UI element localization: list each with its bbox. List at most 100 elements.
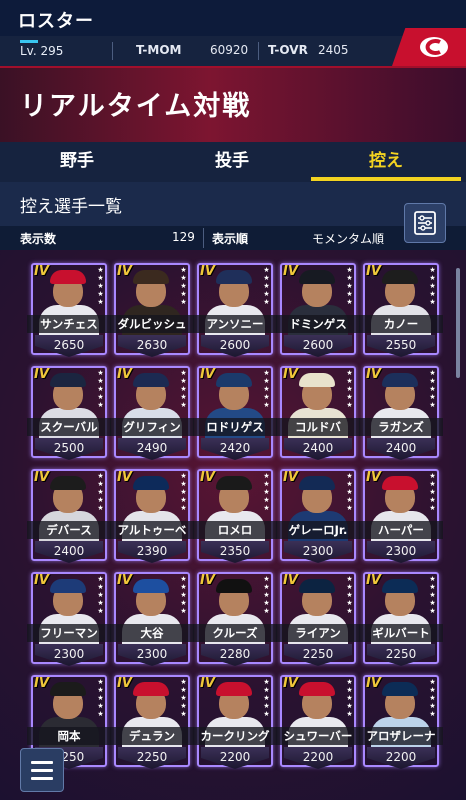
star-rating: ★ ★ ★ ★ ★: [346, 266, 353, 306]
player-card[interactable]: IV ★ ★ ★ ★ ★ カークリング 2200: [193, 675, 277, 771]
player-card[interactable]: IV ★ ★ ★ ★ ★ アンソニー 2600: [193, 263, 277, 359]
star-rating: ★ ★ ★ ★ ★: [429, 369, 436, 409]
divider: [203, 228, 204, 248]
player-card[interactable]: IV ★ ★ ★ ★ ★ ギルバート 2250: [359, 572, 443, 668]
list-header: 控え選手一覧: [0, 182, 466, 226]
player-name: スクーバル: [27, 418, 111, 436]
player-card[interactable]: IV ★ ★ ★ ★ ★ スクーバル 2500: [27, 366, 111, 462]
player-card[interactable]: IV ★ ★ ★ ★ ★ ダルビッシュ 2630: [110, 263, 194, 359]
card-grade: IV: [117, 676, 132, 691]
filter-settings-icon: [414, 211, 436, 235]
card-grade: IV: [366, 367, 381, 382]
star-rating: ★ ★ ★ ★ ★: [263, 266, 270, 306]
card-grade: IV: [34, 676, 49, 691]
card-grade: IV: [283, 470, 298, 485]
divider: [258, 42, 259, 60]
star-rating: ★ ★ ★ ★ ★: [429, 678, 436, 718]
position-tabs: 野手 投手 控え: [0, 142, 466, 182]
tab-pitchers[interactable]: 投手: [157, 142, 307, 182]
card-grade: IV: [34, 573, 49, 588]
sort-label: 表示順: [212, 232, 249, 246]
star-rating: ★ ★ ★ ★ ★: [97, 678, 104, 718]
tovr-value: 2405: [318, 43, 349, 57]
card-grade: IV: [200, 264, 215, 279]
star-rating: ★ ★ ★ ★ ★: [180, 472, 187, 512]
player-card[interactable]: IV ★ ★ ★ ★ ★ シュワーバー 2200: [276, 675, 360, 771]
player-card[interactable]: IV ★ ★ ★ ★ ★ 大谷 2300: [110, 572, 194, 668]
player-card[interactable]: IV ★ ★ ★ ★ ★ コルドバ 2400: [276, 366, 360, 462]
count-label: 表示数: [20, 232, 57, 246]
card-grade: IV: [117, 264, 132, 279]
star-rating: ★ ★ ★ ★ ★: [263, 678, 270, 718]
divider: [112, 42, 113, 60]
mode-banner: リアルタイム対戦: [0, 68, 466, 142]
player-name: ドミンゲス: [276, 315, 360, 333]
player-card[interactable]: IV ★ ★ ★ ★ ★ アロザレーナ 2200: [359, 675, 443, 771]
tab-label: 控え: [369, 151, 403, 171]
team-c-logo-icon: [420, 37, 448, 57]
player-card[interactable]: IV ★ ★ ★ ★ ★ ラガンズ 2400: [359, 366, 443, 462]
player-card[interactable]: IV ★ ★ ★ ★ ★ ロドリゲス 2420: [193, 366, 277, 462]
player-name: 岡本: [27, 727, 111, 745]
scrollbar[interactable]: [456, 268, 460, 378]
player-name: シュワーバー: [276, 727, 360, 745]
player-name: ダルビッシュ: [110, 315, 194, 333]
player-card[interactable]: IV ★ ★ ★ ★ ★ デバース 2400: [27, 469, 111, 565]
star-rating: ★ ★ ★ ★ ★: [346, 678, 353, 718]
tab-reserves[interactable]: 控え: [311, 142, 461, 182]
player-card[interactable]: IV ★ ★ ★ ★ ★ フリーマン 2300: [27, 572, 111, 668]
player-name: ギルバート: [359, 624, 443, 642]
card-grade: IV: [200, 367, 215, 382]
tab-fielders[interactable]: 野手: [2, 142, 152, 182]
star-rating: ★ ★ ★ ★ ★: [346, 369, 353, 409]
star-rating: ★ ★ ★ ★ ★: [263, 472, 270, 512]
star-rating: ★ ★ ★ ★ ★: [263, 575, 270, 615]
player-card[interactable]: IV ★ ★ ★ ★ ★ ロメロ 2350: [193, 469, 277, 565]
level-progress-bar: [20, 40, 38, 43]
player-card[interactable]: IV ★ ★ ★ ★ ★ デュラン 2250: [110, 675, 194, 771]
card-grade: IV: [34, 264, 49, 279]
player-card[interactable]: IV ★ ★ ★ ★ ★ ライアン 2250: [276, 572, 360, 668]
card-grade: IV: [34, 367, 49, 382]
star-rating: ★ ★ ★ ★ ★: [180, 369, 187, 409]
player-card[interactable]: IV ★ ★ ★ ★ ★ ドミンゲス 2600: [276, 263, 360, 359]
card-grade: IV: [366, 470, 381, 485]
star-rating: ★ ★ ★ ★ ★: [97, 266, 104, 306]
player-card[interactable]: IV ★ ★ ★ ★ ★ ハーパー 2300: [359, 469, 443, 565]
star-rating: ★ ★ ★ ★ ★: [263, 369, 270, 409]
sort-value[interactable]: モメンタム順: [312, 230, 384, 247]
player-name: デュラン: [110, 727, 194, 745]
star-rating: ★ ★ ★ ★ ★: [429, 575, 436, 615]
list-info-bar: 表示数 129 表示順 モメンタム順: [0, 226, 466, 250]
player-card[interactable]: IV ★ ★ ★ ★ ★ カノー 2550: [359, 263, 443, 359]
card-grade: IV: [200, 573, 215, 588]
top-bar: ロスター: [0, 0, 466, 36]
star-rating: ★ ★ ★ ★ ★: [180, 678, 187, 718]
mode-title: リアルタイム対戦: [20, 91, 252, 122]
star-rating: ★ ★ ★ ★ ★: [180, 266, 187, 306]
player-card[interactable]: IV ★ ★ ★ ★ ★ グリフィン 2490: [110, 366, 194, 462]
player-card[interactable]: IV ★ ★ ★ ★ ★ ゲレーロJr. 2300: [276, 469, 360, 565]
tovr-label: T-OVR: [268, 43, 308, 57]
star-rating: ★ ★ ★ ★ ★: [346, 472, 353, 512]
tmom-value: 60920: [210, 43, 249, 57]
menu-button[interactable]: [20, 748, 64, 792]
card-grade: IV: [283, 367, 298, 382]
player-name: コルドバ: [276, 418, 360, 436]
count-value: 129: [172, 230, 195, 244]
card-grade: IV: [117, 470, 132, 485]
player-card[interactable]: IV ★ ★ ★ ★ ★ サンチェス 2650: [27, 263, 111, 359]
star-rating: ★ ★ ★ ★ ★: [429, 266, 436, 306]
player-card[interactable]: IV ★ ★ ★ ★ ★ アルトゥーベ 2390: [110, 469, 194, 565]
player-name: アルトゥーベ: [110, 521, 194, 539]
player-name: ロドリゲス: [193, 418, 277, 436]
star-rating: ★ ★ ★ ★ ★: [180, 575, 187, 615]
filter-button[interactable]: [404, 203, 446, 243]
player-name: ゲレーロJr.: [276, 521, 360, 539]
player-card[interactable]: IV ★ ★ ★ ★ ★ クルーズ 2280: [193, 572, 277, 668]
player-name: 大谷: [110, 624, 194, 642]
player-name: ロメロ: [193, 521, 277, 539]
star-rating: ★ ★ ★ ★ ★: [429, 472, 436, 512]
player-name: デバース: [27, 521, 111, 539]
level-label: Lv. 295: [20, 44, 64, 58]
